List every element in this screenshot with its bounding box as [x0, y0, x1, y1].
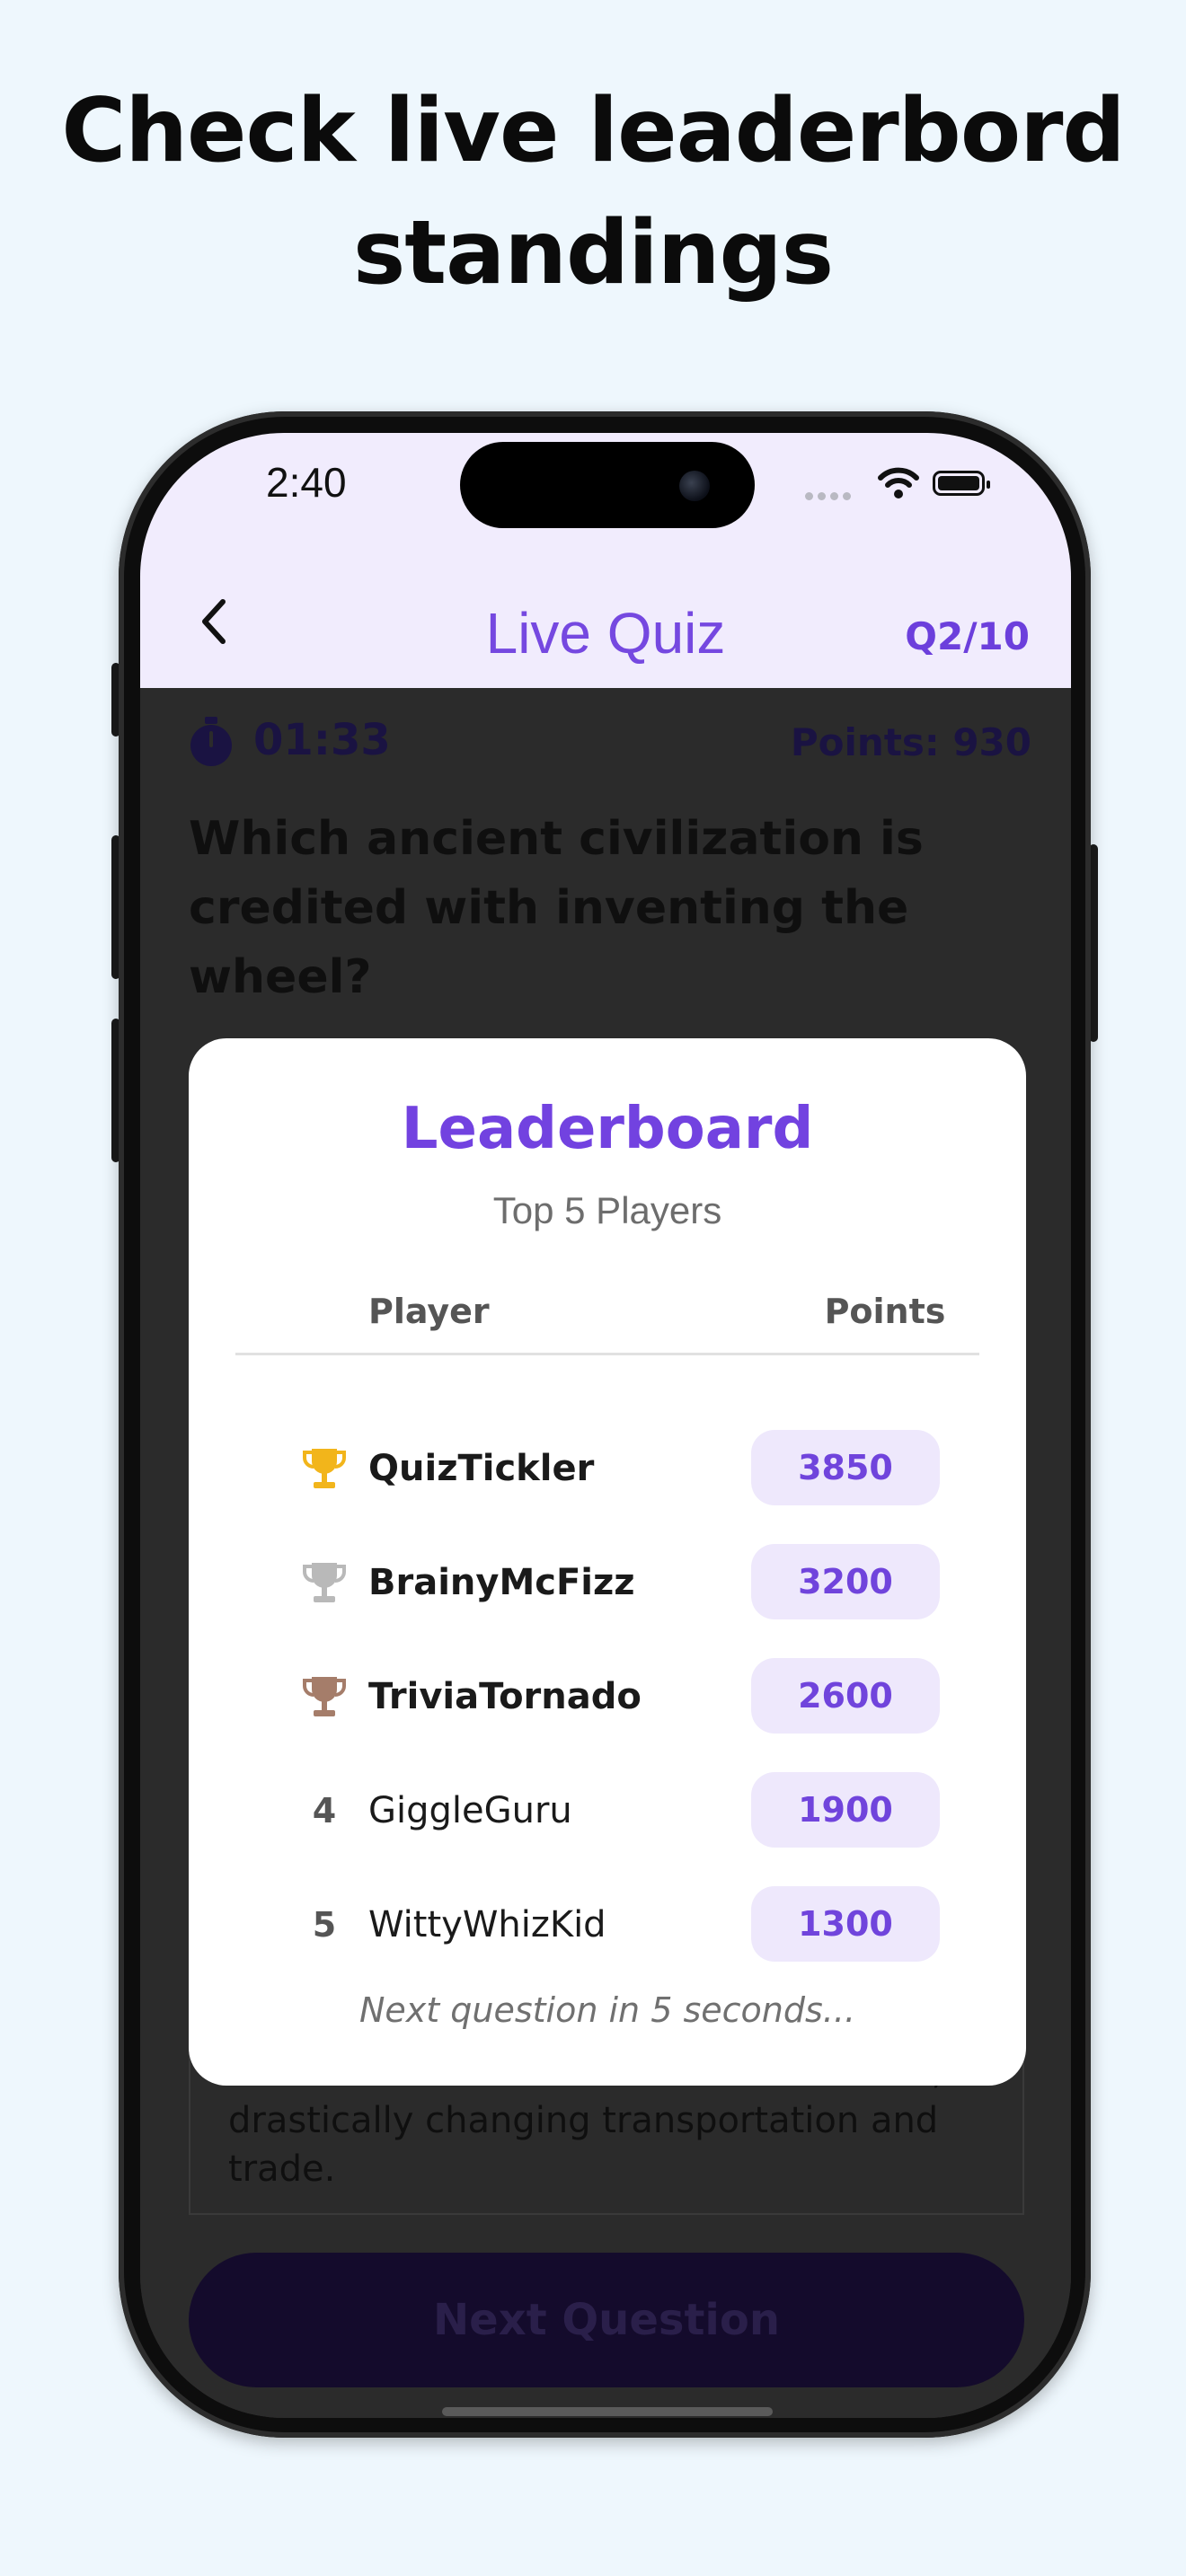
player-name: TriviaTornado [368, 1676, 642, 1717]
bronze-trophy-icon [303, 1677, 346, 1716]
player-name: WittyWhizKid [368, 1904, 606, 1945]
countdown-footer: Next question in 5 seconds... [358, 1990, 856, 2030]
column-header-points: Points [824, 1292, 946, 1331]
nav-bar: Live Quiz Q2/10 [140, 568, 1071, 675]
points-value: Points: 930 [790, 720, 1031, 764]
rank-cell [293, 1544, 356, 1621]
table-row: 4 GiggleGuru 1900 [189, 1772, 1026, 1849]
signal-dots-icon [805, 487, 855, 504]
rank-cell [293, 1658, 356, 1735]
table-row: 5 WittyWhizKid 1300 [189, 1886, 1026, 1963]
next-question-button[interactable]: Next Question [189, 2253, 1024, 2387]
headline-line-2: standings [352, 202, 834, 304]
player-name: GiggleGuru [368, 1790, 572, 1831]
points-badge: 3200 [751, 1544, 940, 1619]
points-badge: 1900 [751, 1772, 940, 1848]
rank-number: 4 [312, 1791, 337, 1831]
battery-icon [933, 471, 990, 496]
home-indicator[interactable] [442, 2407, 773, 2416]
status-icons [805, 465, 994, 505]
player-name: BrainyMcFizz [368, 1562, 635, 1603]
question-text: Which ancient civilization is credited w… [189, 812, 924, 1004]
rank-cell: 5 [293, 1886, 356, 1963]
silver-trophy-icon [303, 1563, 346, 1602]
leaderboard-title: Leaderboard [401, 1096, 814, 1162]
header-divider [235, 1353, 979, 1355]
wifi-icon [878, 467, 919, 498]
table-row: BrainyMcFizz 3200 [189, 1544, 1026, 1621]
timer-value: 01:33 [253, 715, 391, 765]
dynamic-island [460, 442, 755, 528]
camera-lens [679, 471, 710, 501]
marketing-headline: Check live leaderbord standings [0, 70, 1186, 314]
player-name: QuizTickler [368, 1448, 595, 1489]
app-header-area: 2:40 Live Quiz Q2/10 [140, 433, 1071, 688]
leaderboard-subtitle: Top 5 Players [492, 1189, 722, 1231]
rank-cell [293, 1430, 356, 1507]
points-badge: 1300 [751, 1886, 940, 1962]
rank-number: 5 [312, 1905, 337, 1945]
table-row: QuizTickler 3850 [189, 1430, 1026, 1507]
rank-cell: 4 [293, 1772, 356, 1849]
table-row: TriviaTornado 2600 [189, 1658, 1026, 1735]
headline-line-1: Check live leaderbord [61, 80, 1125, 182]
points-badge: 2600 [751, 1658, 940, 1734]
gold-trophy-icon [303, 1449, 346, 1488]
column-header-player: Player [368, 1292, 490, 1331]
stopwatch-icon [190, 717, 232, 766]
status-time: 2:40 [266, 459, 347, 506]
leaderboard-modal: Leaderboard Top 5 Players Player Points … [189, 1038, 1026, 2086]
question-counter: Q2/10 [905, 614, 1030, 658]
points-badge: 3850 [751, 1430, 940, 1505]
timer-row: 01:33 Points: 930 [187, 715, 1031, 769]
